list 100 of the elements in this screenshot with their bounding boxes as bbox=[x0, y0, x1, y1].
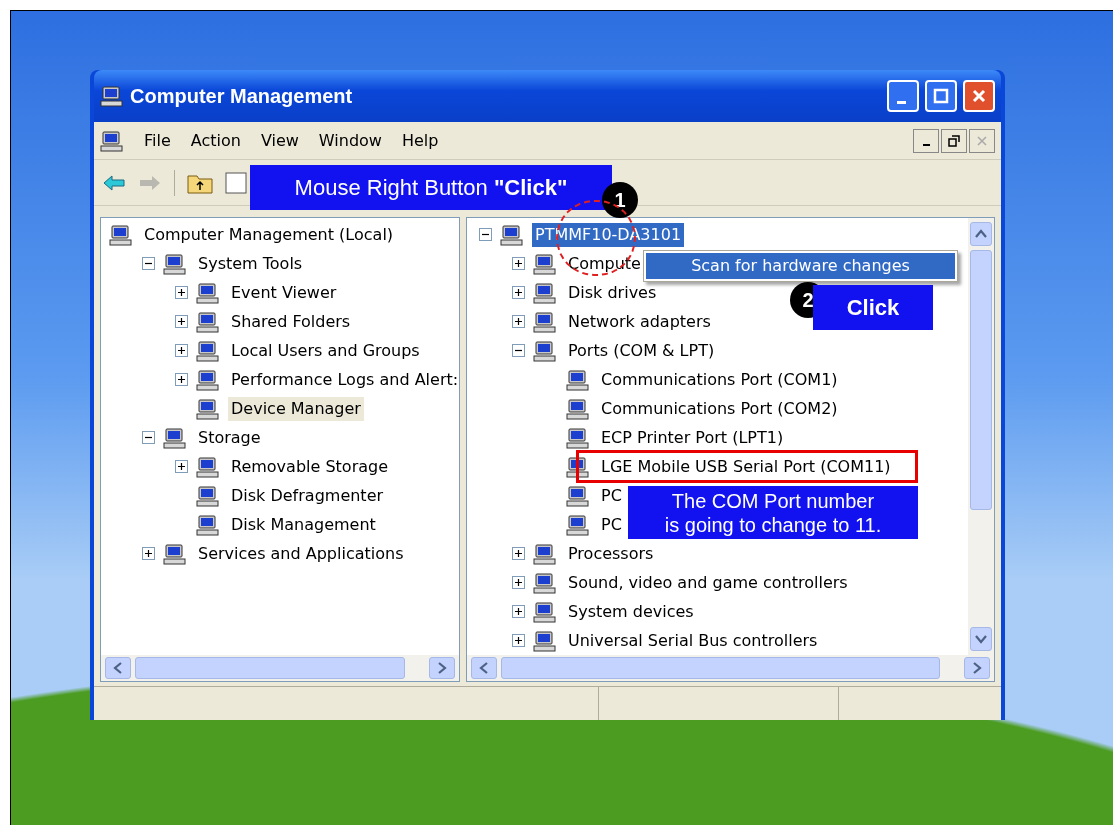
horizontal-scrollbar[interactable] bbox=[101, 655, 459, 681]
collapse-toggle[interactable] bbox=[142, 431, 155, 444]
vertical-scrollbar[interactable] bbox=[968, 218, 994, 655]
computer-icon bbox=[163, 251, 187, 276]
menu-item[interactable]: Action bbox=[190, 128, 241, 153]
tree-item[interactable]: Disk Management bbox=[228, 512, 379, 537]
expand-toggle[interactable] bbox=[512, 576, 525, 589]
callout-note: The COM Port number is going to change to 11. bbox=[628, 486, 918, 539]
close-button[interactable] bbox=[963, 80, 995, 112]
computer-icon bbox=[500, 222, 524, 247]
mdi-minimize-button[interactable] bbox=[913, 128, 939, 153]
tree-item[interactable]: Performance Logs and Alert: bbox=[228, 367, 459, 392]
expand-toggle[interactable] bbox=[512, 547, 525, 560]
computer-icon bbox=[566, 454, 590, 479]
computer-icon bbox=[196, 483, 220, 508]
plus-icon bbox=[514, 607, 523, 616]
scroll-up-button[interactable] bbox=[970, 222, 992, 246]
menu-item[interactable]: Scan for hardware changes bbox=[646, 253, 955, 279]
plus-icon bbox=[177, 317, 186, 326]
expand-toggle[interactable] bbox=[512, 634, 525, 647]
tree-item[interactable]: Device Manager bbox=[228, 396, 364, 421]
computer-icon bbox=[100, 84, 124, 108]
collapse-toggle[interactable] bbox=[512, 344, 525, 357]
scroll-left-button[interactable] bbox=[105, 657, 131, 679]
minimize-icon bbox=[896, 100, 906, 104]
tree-item[interactable]: Universal Serial Bus controllers bbox=[565, 628, 821, 653]
computer-icon bbox=[533, 599, 557, 624]
callout-label: Click bbox=[813, 285, 933, 330]
expand-toggle[interactable] bbox=[512, 605, 525, 618]
plus-icon bbox=[177, 346, 186, 355]
expand-toggle[interactable] bbox=[175, 344, 188, 357]
tree-item[interactable]: PC bbox=[598, 483, 625, 508]
computer-icon bbox=[533, 309, 557, 334]
tree-item[interactable]: LGE Mobile USB Serial Port (COM11) bbox=[598, 454, 894, 479]
toolbar-icon[interactable] bbox=[225, 171, 247, 194]
tree-item[interactable]: Storage bbox=[195, 425, 264, 450]
computer-icon bbox=[163, 425, 187, 450]
tree-item[interactable]: System devices bbox=[565, 599, 697, 624]
tree-item[interactable]: Communications Port (COM2) bbox=[598, 396, 841, 421]
tree-item[interactable]: System Tools bbox=[195, 251, 306, 276]
computer-icon bbox=[533, 251, 557, 276]
computer-icon bbox=[566, 483, 590, 508]
tree-item[interactable]: PC bbox=[598, 512, 625, 537]
scroll-right-button[interactable] bbox=[429, 657, 455, 679]
window-title: Computer Management bbox=[130, 84, 353, 109]
computer-icon bbox=[533, 338, 557, 363]
tree-item[interactable]: Services and Applications bbox=[195, 541, 407, 566]
scroll-right-button[interactable] bbox=[964, 657, 990, 679]
tree-item[interactable]: Sound, video and game controllers bbox=[565, 570, 851, 595]
close-icon bbox=[971, 88, 987, 104]
expand-toggle[interactable] bbox=[175, 460, 188, 473]
tree-item[interactable]: Processors bbox=[565, 541, 657, 566]
computer-icon bbox=[100, 128, 124, 153]
scroll-thumb[interactable] bbox=[970, 250, 992, 510]
maximize-icon bbox=[933, 88, 949, 104]
scroll-down-button[interactable] bbox=[970, 627, 992, 651]
tree-item[interactable]: Ports (COM & LPT) bbox=[565, 338, 718, 363]
plus-icon bbox=[514, 578, 523, 587]
menu-item[interactable]: View bbox=[260, 128, 299, 153]
expand-toggle[interactable] bbox=[175, 373, 188, 386]
minimize-button[interactable] bbox=[887, 80, 919, 112]
tree-item[interactable]: PTMMF10-DA3101 bbox=[532, 222, 685, 247]
tree-item[interactable]: Disk drives bbox=[565, 280, 660, 305]
collapse-toggle[interactable] bbox=[479, 228, 492, 241]
expand-toggle[interactable] bbox=[512, 257, 525, 270]
plus-icon bbox=[514, 288, 523, 297]
computer-icon bbox=[566, 512, 590, 537]
scroll-thumb[interactable] bbox=[501, 657, 940, 679]
expand-toggle[interactable] bbox=[512, 315, 525, 328]
scroll-thumb[interactable] bbox=[135, 657, 405, 679]
expand-toggle[interactable] bbox=[175, 315, 188, 328]
tree-item[interactable]: Communications Port (COM1) bbox=[598, 367, 841, 392]
plus-icon bbox=[514, 636, 523, 645]
computer-icon bbox=[196, 367, 220, 392]
tree-item[interactable]: ECP Printer Port (LPT1) bbox=[598, 425, 787, 450]
menu-item[interactable]: File bbox=[144, 128, 171, 153]
menu-item[interactable]: Window bbox=[318, 128, 382, 153]
close-icon bbox=[976, 134, 988, 147]
computer-icon bbox=[109, 222, 133, 247]
tree-item[interactable]: Network adapters bbox=[565, 309, 714, 334]
back-arrow-icon[interactable] bbox=[102, 172, 126, 193]
expand-toggle[interactable] bbox=[512, 286, 525, 299]
tree-item[interactable]: Disk Defragmenter bbox=[228, 483, 387, 508]
mdi-restore-button[interactable] bbox=[941, 128, 967, 153]
maximize-button[interactable] bbox=[925, 80, 957, 112]
horizontal-scrollbar[interactable] bbox=[467, 655, 994, 681]
expand-toggle[interactable] bbox=[142, 547, 155, 560]
menu-item[interactable]: Help bbox=[401, 128, 439, 153]
computer-icon bbox=[196, 454, 220, 479]
expand-toggle[interactable] bbox=[175, 286, 188, 299]
tree-item[interactable]: Local Users and Groups bbox=[228, 338, 423, 363]
computer-icon bbox=[533, 570, 557, 595]
computer-icon bbox=[533, 541, 557, 566]
tree-item[interactable]: Computer Management (Local) bbox=[141, 222, 397, 247]
callout-label: Mouse Right Button "Click" bbox=[250, 165, 612, 210]
tree-item[interactable]: Event Viewer bbox=[228, 280, 340, 305]
tree-item[interactable]: Removable Storage bbox=[228, 454, 392, 479]
scroll-left-button[interactable] bbox=[471, 657, 497, 679]
collapse-toggle[interactable] bbox=[142, 257, 155, 270]
tree-item[interactable]: Shared Folders bbox=[228, 309, 354, 334]
